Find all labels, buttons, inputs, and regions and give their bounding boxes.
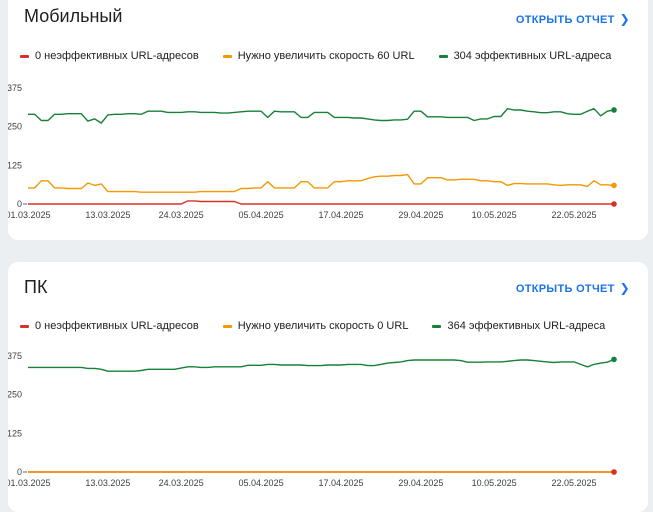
x-tick-label: 10.05.2025 (472, 478, 517, 488)
mobile-line-chart: 375 250 125 001.03.2025 13.03.2025 24.03.2025… (8, 83, 617, 220)
x-tick-label: 13.03.2025 (85, 210, 130, 220)
y-tick-label: 0 (17, 467, 22, 477)
chevron-right-icon[interactable]: ❯ (620, 281, 630, 295)
legend-item-poor[interactable]: 0 неэффективных URL-адресов (20, 50, 199, 62)
series-line (28, 200, 614, 205)
series-end-point (611, 107, 617, 113)
open-report-link[interactable]: ОТКРЫТЬ ОТЧЕТ ❯ (516, 12, 630, 26)
y-tick-label: 125 (8, 160, 22, 170)
y-tick-label: 375 (8, 83, 22, 93)
card-title: Мобильный (24, 6, 123, 26)
desktop-line-chart: 375 250 125 001.03.2025 13.03.2025 24.03.2025… (8, 351, 617, 488)
series-end-point (611, 201, 617, 207)
legend-label: 364 эффективных URL-адреса (447, 320, 606, 332)
legend-item-poor[interactable]: 0 неэффективных URL-адресов (20, 320, 199, 332)
x-tick-label: 29.04.2025 (398, 478, 443, 488)
legend-item-needs-improvement[interactable]: Нужно увеличить скорость 0 URL (222, 320, 409, 332)
legend-swatch (20, 54, 29, 58)
y-tick-label: 250 (8, 122, 22, 132)
x-tick-label: 01.03.2025 (8, 210, 51, 220)
open-report-label[interactable]: ОТКРЫТЬ ОТЧЕТ (516, 283, 615, 295)
x-tick-label: 29.04.2025 (398, 210, 443, 220)
open-report-link[interactable]: ОТКРЫТЬ ОТЧЕТ ❯ (516, 281, 630, 295)
x-tick-label: 17.04.2025 (318, 478, 363, 488)
y-tick-label: 250 (8, 390, 22, 400)
series-line (28, 173, 615, 193)
chart-legend: 0 неэффективных URL-адресов Нужно увелич… (20, 50, 635, 62)
series-end-point (611, 356, 617, 363)
series-line (28, 358, 615, 372)
series-end-point (611, 182, 617, 189)
x-tick-label: 24.03.2025 (159, 478, 204, 488)
y-tick-label: 375 (8, 351, 22, 361)
x-tick-label: 24.03.2025 (159, 210, 204, 220)
chevron-right-icon[interactable]: ❯ (620, 12, 630, 26)
legend-label: Нужно увеличить скорость 60 URL (237, 50, 415, 62)
desktop-card: ПК ОТКРЫТЬ ОТЧЕТ ❯ 0 неэффективных URL-ад… (8, 262, 648, 512)
legend-label: 304 эффективных URL-адреса (453, 50, 612, 62)
x-tick-label: 22.05.2025 (552, 210, 597, 220)
legend-item-good[interactable]: 364 эффективных URL-адреса (432, 320, 605, 332)
x-tick-label: 22.05.2025 (552, 478, 597, 488)
series-end-point (611, 469, 617, 475)
open-report-label[interactable]: ОТКРЫТЬ ОТЧЕТ (516, 14, 615, 26)
x-tick-label: 10.05.2025 (472, 210, 517, 220)
mobile-card: Мобильный ОТКРЫТЬ ОТЧЕТ ❯ 0 неэффективных… (8, 0, 648, 240)
legend-swatch (222, 324, 232, 328)
legend-swatch (222, 54, 232, 58)
legend-label: 0 неэффективных URL-адресов (35, 320, 199, 332)
y-tick-label: 125 (8, 428, 22, 438)
x-tick-label: 17.04.2025 (318, 210, 363, 220)
legend-item-good[interactable]: 304 эффективных URL-адреса (438, 50, 612, 62)
card-title: ПК (24, 277, 48, 297)
x-tick-label: 13.03.2025 (85, 478, 130, 488)
chart-legend: 0 неэффективных URL-адресов Нужно увелич… (20, 320, 629, 332)
series-line (28, 108, 615, 124)
x-tick-label: 05.04.2025 (239, 478, 284, 488)
y-tick-label: 0 (17, 199, 22, 209)
legend-swatch (432, 324, 442, 328)
x-tick-label: 05.04.2025 (239, 210, 284, 220)
legend-swatch (20, 324, 29, 328)
legend-item-needs-improvement[interactable]: Нужно увеличить скорость 60 URL (222, 50, 415, 62)
legend-label: 0 неэффективных URL-адресов (35, 50, 199, 62)
legend-swatch (438, 54, 448, 58)
legend-label: Нужно увеличить скорость 0 URL (237, 320, 409, 332)
x-tick-label: 01.03.2025 (8, 478, 51, 488)
